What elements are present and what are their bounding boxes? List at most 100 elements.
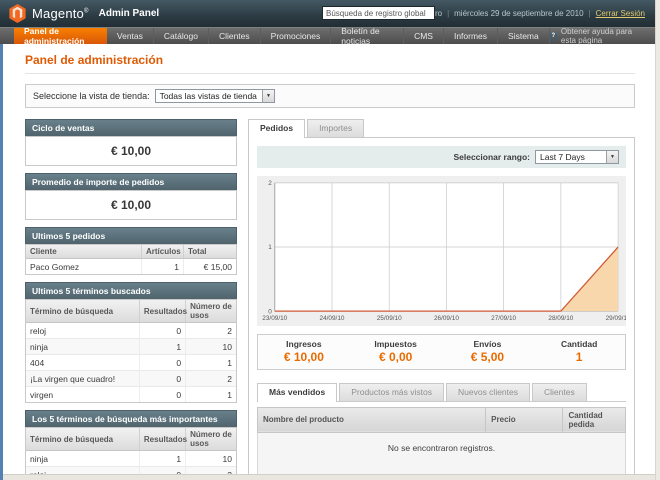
tab-most-viewed[interactable]: Productos más vistos [339,383,444,401]
nav-item-cms[interactable]: CMS [404,28,444,44]
column-header[interactable]: Término de búsqueda [26,428,139,451]
store-view-select[interactable]: Todas las vistas de tienda ▼ [155,89,275,103]
table-cell: ninja [26,451,139,467]
dashboard-right-column: Pedidos Importes Seleccionar rango: Last… [248,119,635,480]
magento-logo-icon [9,4,26,23]
chevron-down-icon: ▼ [606,151,618,163]
average-orders-box: Promedio de importe de pedidos € 10,00 [25,173,237,220]
table-row: virgen01 [26,387,236,403]
stat-tax: Impuestos € 0,00 [350,335,442,369]
nav-item-dashboard[interactable]: Panel de administración [14,28,107,44]
column-header[interactable]: Cliente [26,245,142,259]
chart-panel: Seleccionar rango: Last 7 Days ▼ 01223/0… [248,137,635,480]
table-cell: 10 [186,451,236,467]
page-title: Panel de administración [25,53,635,74]
stat-value: € 10,00 [258,350,350,364]
table-cell: 0 [139,323,185,339]
page-help-link[interactable]: ? Obtener ayuda para esta página [550,28,655,44]
chart-tabs: Pedidos Importes [248,119,635,137]
content-area: Panel de administración Seleccione la vi… [3,44,655,480]
table-cell: Paco Gomez [26,259,142,275]
last-orders-title: Ultimos 5 pedidos [25,227,237,244]
stat-label: Envíos [442,339,534,349]
stat-value: € 0,00 [350,350,442,364]
lifetime-sales-title: Ciclo de ventas [25,119,237,136]
nav-item-system[interactable]: Sistema [498,28,550,44]
empty-grid-message: No se encontraron registros. [258,432,626,479]
tab-orders[interactable]: Pedidos [248,119,305,138]
range-select[interactable]: Last 7 Days ▼ [535,150,619,164]
stat-quantity: Cantidad 1 [533,335,625,369]
tab-new-customers[interactable]: Nuevos clientes [446,383,530,401]
column-header[interactable]: Número de usos [186,300,236,323]
help-icon: ? [550,32,557,41]
nav-item-newsletter[interactable]: Boletín de noticias [331,28,404,44]
lifetime-sales-box: Ciclo de ventas € 10,00 [25,119,237,166]
column-header[interactable]: Total [184,245,237,259]
grid-tabs: Más vendidos Productos más vistos Nuevos… [257,383,626,402]
orders-chart: 01223/09/1024/09/1025/09/1026/09/1027/09… [257,176,626,326]
column-header[interactable]: Precio [486,407,563,432]
table-cell: 0 [139,371,185,387]
column-header[interactable]: Nombre del producto [258,407,486,432]
column-header[interactable]: Resultados [139,300,185,323]
svg-text:29/09/10: 29/09/10 [606,315,626,322]
store-view-selected: Todas las vistas de tienda [156,90,262,102]
store-view-switcher: Seleccione la vista de tienda: Todas las… [25,84,635,108]
table-row: ninja110 [26,451,236,467]
table-cell: 1 [139,339,185,355]
logout-link[interactable]: Cerrar Sesión [596,9,645,18]
brand-name: Magento® [32,6,89,21]
brand-suffix: Admin Panel [99,8,160,19]
last-orders-table: Cliente Artículos Total Paco Gomez1€ 15,… [26,245,236,274]
table-cell: 2 [186,371,236,387]
column-header[interactable]: Resultados [139,428,185,451]
last-search-terms-box: Ultimos 5 términos buscados Término de b… [25,282,237,403]
svg-text:23/09/10: 23/09/10 [262,315,287,322]
table-cell: 1 [186,355,236,371]
range-selector-bar: Seleccionar rango: Last 7 Days ▼ [257,146,626,168]
table-row: Paco Gomez1€ 15,00 [26,259,236,275]
tab-customers[interactable]: Clientes [532,383,587,401]
header-bar: Magento® Admin Panel Accedió como aparo … [0,0,655,27]
store-view-label: Seleccione la vista de tienda: [33,91,150,101]
stat-value: € 5,00 [442,350,534,364]
separator: | [589,9,591,18]
svg-text:25/09/10: 25/09/10 [377,315,402,322]
window-edge-bottom [0,474,655,480]
stat-value: 1 [533,350,625,364]
table-cell: ¡La virgen que cuadro! [26,371,139,387]
column-header[interactable]: Cantidad pedida [563,407,626,432]
magento-logo: Magento® Admin Panel [9,4,159,23]
column-header[interactable]: Número de usos [186,428,236,451]
magento-admin-dashboard: Magento® Admin Panel Accedió como aparo … [0,0,660,480]
svg-text:1: 1 [268,244,272,251]
table-row: ninja110 [26,339,236,355]
average-orders-value: € 10,00 [25,190,237,220]
table-cell: € 15,00 [184,259,237,275]
tab-amounts[interactable]: Importes [307,119,364,137]
column-header[interactable]: Término de búsqueda [26,300,139,323]
window-edge-left [0,44,3,480]
svg-text:2: 2 [268,180,272,187]
nav-item-reports[interactable]: Informes [444,28,498,44]
range-selected: Last 7 Days [536,151,590,163]
table-cell: 0 [139,355,185,371]
top-search-terms-box: Los 5 términos de búsqueda más important… [25,410,237,480]
table-cell: 404 [26,355,139,371]
bestsellers-grid: Nombre del producto Precio Cantidad pedi… [257,407,626,480]
column-header[interactable]: Artículos [142,245,184,259]
table-cell: 2 [186,323,236,339]
table-row: 40401 [26,355,236,371]
nav-item-catalog[interactable]: Catálogo [154,28,209,44]
table-cell: 1 [186,387,236,403]
tab-bestsellers[interactable]: Más vendidos [257,383,337,402]
global-search-input[interactable] [322,6,435,20]
nav-item-customers[interactable]: Clientes [209,28,261,44]
svg-text:26/09/10: 26/09/10 [434,315,459,322]
nav-item-sales[interactable]: Ventas [107,28,154,44]
separator: | [447,9,449,18]
table-cell: 1 [142,259,184,275]
dashboard-left-column: Ciclo de ventas € 10,00 Promedio de impo… [25,119,237,480]
nav-item-promotions[interactable]: Promociones [261,28,332,44]
